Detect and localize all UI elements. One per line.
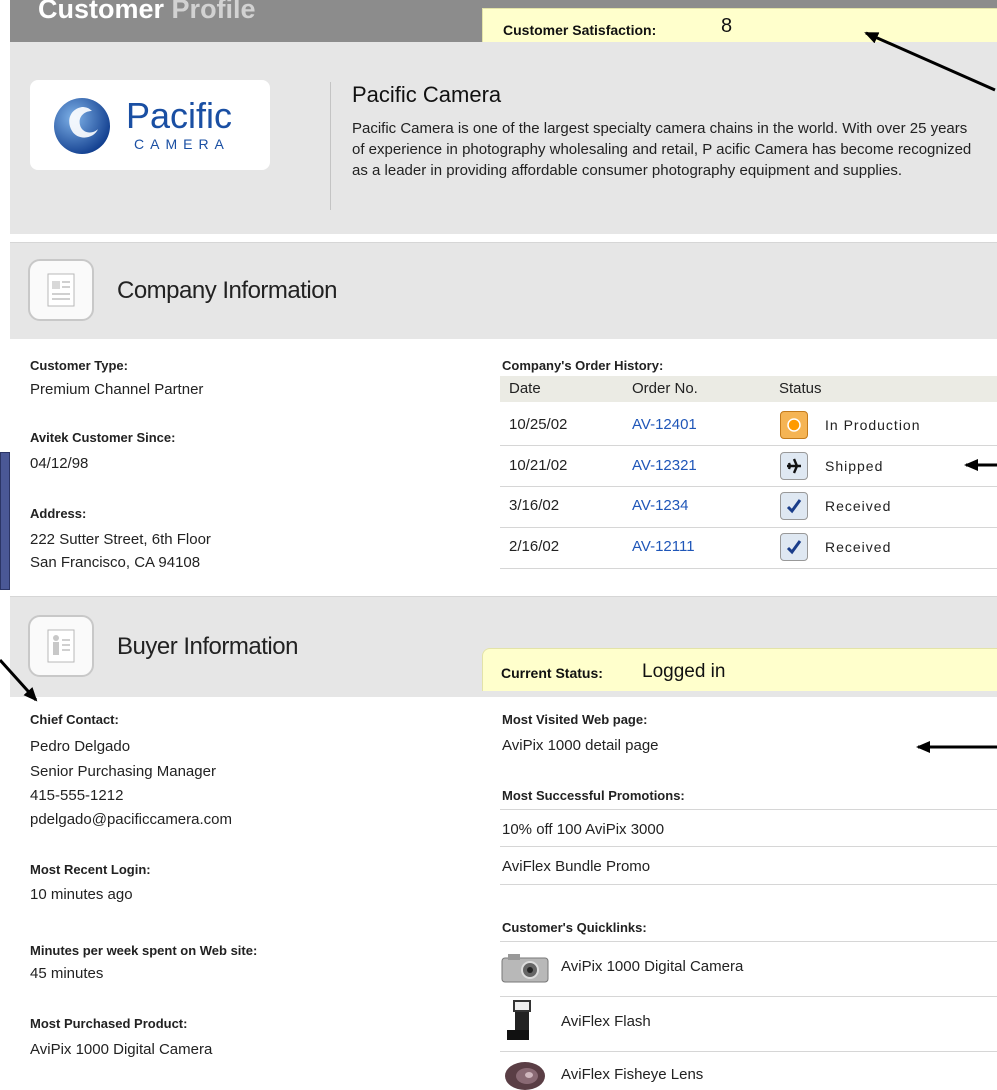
arrow-to-chief-contact xyxy=(0,658,38,702)
annotation-arrows xyxy=(0,31,997,753)
arrow-to-satisfaction xyxy=(864,31,996,92)
